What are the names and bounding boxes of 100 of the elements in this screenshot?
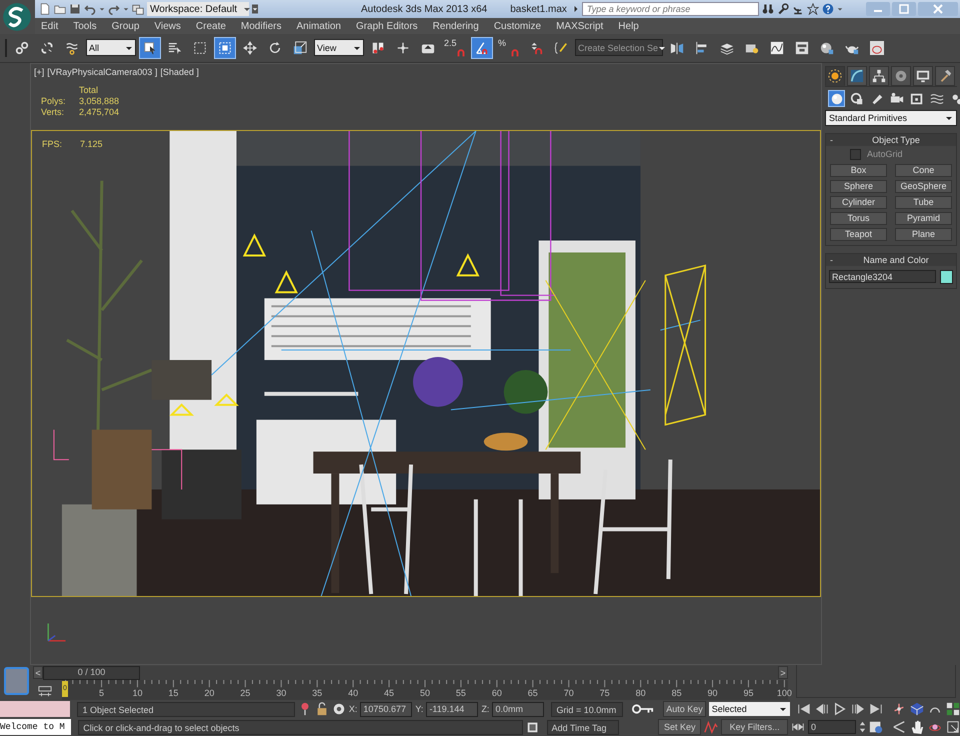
primitive-button[interactable]: Cone: [895, 164, 952, 177]
angle-snap-button[interactable]: [471, 36, 493, 59]
app-logo-icon[interactable]: [1, 1, 33, 33]
folder-icon[interactable]: [54, 3, 66, 15]
previous-frame-button[interactable]: <: [33, 666, 43, 679]
viewport-label-menu[interactable]: [VRayPhysicalCamera003 ]: [47, 66, 158, 77]
sun-tab[interactable]: [825, 66, 845, 86]
primitive-button[interactable]: Tube: [895, 196, 952, 209]
key-filters-button[interactable]: Key Filters...: [721, 719, 788, 735]
toolbar-dropdown[interactable]: All: [86, 39, 136, 56]
menu-item[interactable]: Modifiers: [240, 20, 282, 32]
coordinate-field[interactable]: 0.0mm: [492, 702, 544, 716]
monitor-tab[interactable]: [913, 66, 933, 86]
primitive-button[interactable]: Pyramid: [895, 212, 952, 225]
rollout-header[interactable]: - Name and Color: [826, 254, 956, 266]
menu-item[interactable]: Help: [618, 20, 639, 32]
lock-icon[interactable]: [314, 702, 329, 716]
menu-item[interactable]: MAXScript: [556, 20, 604, 32]
set-key-button[interactable]: Set Key: [658, 719, 702, 735]
listener-field[interactable]: Welcome to M: [0, 719, 72, 735]
curve-tab[interactable]: [847, 66, 867, 86]
caret-icon: [243, 5, 252, 13]
redo-icon[interactable]: [108, 3, 120, 15]
snap-toggle-button[interactable]: %: [496, 36, 522, 59]
select-button[interactable]: [139, 36, 161, 59]
collapse-toggle[interactable]: -: [830, 134, 840, 145]
gear-icon[interactable]: [332, 702, 346, 716]
undo-icon[interactable]: [84, 3, 96, 15]
project-folder-icon[interactable]: [132, 3, 144, 15]
menu-item[interactable]: Graph Editors: [356, 20, 418, 32]
spinner-icon[interactable]: [858, 720, 866, 734]
play-icon[interactable]: [833, 702, 847, 716]
save-icon[interactable]: [69, 3, 81, 15]
menu-item[interactable]: Edit: [41, 20, 58, 32]
autogrid-checkbox[interactable]: [850, 148, 861, 160]
next-key-icon[interactable]: [851, 702, 865, 716]
toolbar-dropdown[interactable]: Create Selection Se: [575, 39, 663, 56]
window-icon[interactable]: [526, 720, 540, 734]
time-slider-thumb[interactable]: 0 / 100: [43, 666, 140, 680]
star-icon[interactable]: [807, 3, 819, 15]
viewport-label-menu[interactable]: [+]: [34, 66, 44, 77]
object-color-swatch[interactable]: [940, 270, 953, 284]
sun-icon: [828, 68, 842, 83]
primitive-button[interactable]: GeoSphere: [895, 180, 952, 193]
shapes-icon: [850, 92, 864, 106]
hand-icon[interactable]: [910, 720, 924, 734]
toolbar-dropdown[interactable]: View: [314, 39, 364, 56]
maximize-viewport-icon[interactable]: [946, 720, 960, 734]
primitives-dropdown[interactable]: Standard Primitives: [825, 110, 957, 126]
coordinate-field[interactable]: 10750.677: [360, 702, 412, 716]
cube-icon[interactable]: [910, 702, 924, 716]
script-input-field[interactable]: [0, 701, 70, 717]
hierarchy-tab[interactable]: [869, 66, 889, 86]
menu-item[interactable]: Group: [112, 20, 140, 32]
rollout-title: Name and Color: [862, 254, 930, 265]
viewport-layout-icon[interactable]: [946, 702, 960, 716]
menu-item[interactable]: Create: [196, 20, 226, 32]
rollout-header[interactable]: - Object Type: [826, 134, 956, 146]
help-icon[interactable]: [822, 3, 834, 15]
go-to-end-icon[interactable]: [869, 702, 883, 716]
coordinate-field[interactable]: -119.144: [426, 702, 478, 716]
menu-item[interactable]: Tools: [73, 20, 97, 32]
search-field[interactable]: Type a keyword or phrase: [582, 2, 759, 16]
sphere-category-button[interactable]: [828, 90, 845, 107]
menu-item[interactable]: Animation: [296, 20, 341, 32]
toolbar-grip-icon[interactable]: [4, 38, 8, 58]
viewport-label-menu[interactable]: [Shaded ]: [160, 66, 199, 77]
time-configuration-icon[interactable]: [868, 720, 883, 734]
workspace-dropdown[interactable]: Workspace: Default: [147, 2, 249, 16]
collapse-toggle[interactable]: -: [830, 254, 840, 265]
new-file-icon[interactable]: [39, 3, 51, 15]
disc-tab[interactable]: [891, 66, 911, 86]
primitive-button[interactable]: Sphere: [830, 180, 887, 193]
orbit-icon[interactable]: [892, 702, 906, 716]
primitive-button[interactable]: Teapot: [830, 228, 887, 241]
wrench-icon[interactable]: [777, 3, 789, 15]
key-mode-dropdown[interactable]: Selected: [708, 702, 790, 716]
go-to-start-icon[interactable]: [797, 702, 811, 716]
hammer-tab[interactable]: [935, 66, 955, 86]
key-icon[interactable]: [632, 702, 654, 716]
object-name-field[interactable]: Rectangle3204: [829, 270, 936, 284]
previous-key-icon[interactable]: [815, 702, 829, 716]
primitive-button[interactable]: Plane: [895, 228, 952, 241]
snap-toggle-button[interactable]: 2.5: [442, 36, 468, 59]
mini-curve-editor-icon[interactable]: [38, 684, 52, 698]
next-frame-button[interactable]: >: [778, 666, 788, 679]
expand-arrow-icon[interactable]: [572, 3, 579, 15]
window-crossing-button[interactable]: [214, 36, 236, 59]
current-frame-field[interactable]: 0: [808, 720, 856, 734]
primitive-button[interactable]: Cylinder: [830, 196, 887, 209]
frame-number: 35: [312, 688, 322, 698]
add-time-tag-button[interactable]: Add Time Tag: [546, 720, 620, 734]
primitive-button[interactable]: Torus: [830, 212, 887, 225]
binoculars-icon[interactable]: [762, 3, 774, 15]
auto-key-button[interactable]: Auto Key: [663, 701, 706, 717]
primitive-button[interactable]: Box: [830, 164, 887, 177]
menu-item[interactable]: Rendering: [432, 20, 479, 32]
menu-item[interactable]: Views: [154, 20, 181, 32]
field-of-view-icon[interactable]: [892, 720, 906, 734]
menu-item[interactable]: Customize: [494, 20, 542, 32]
